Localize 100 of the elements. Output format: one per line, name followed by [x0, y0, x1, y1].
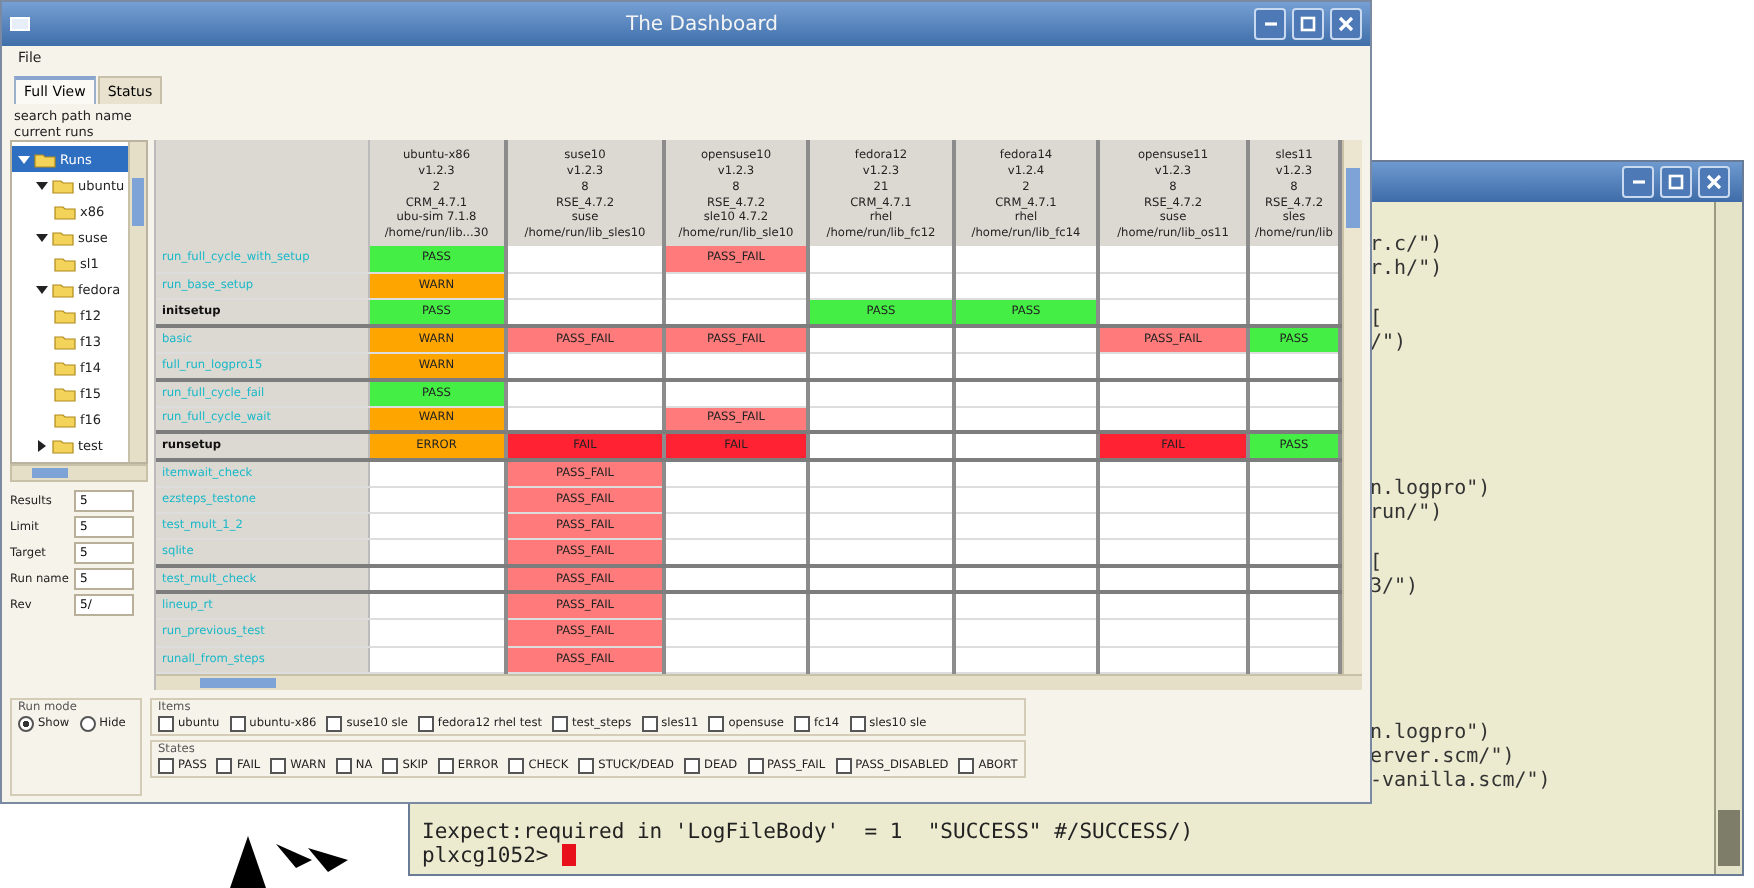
table-cell	[368, 592, 506, 620]
table-cell	[954, 592, 1098, 620]
scrollbar[interactable]	[1714, 202, 1742, 874]
window-icon	[10, 16, 30, 32]
table-cell	[1248, 272, 1340, 300]
table-cell	[954, 486, 1098, 513]
checkbox[interactable]	[747, 758, 764, 774]
checkbox[interactable]	[508, 758, 525, 774]
table-cell	[1248, 246, 1340, 273]
table-cell	[368, 486, 506, 513]
minimize-icon	[1631, 180, 1645, 184]
folder-icon	[34, 151, 56, 167]
prompt-text: plxcg1052>	[422, 843, 551, 868]
terminal-line: Iexpect:required in 'LogFileBody' = 1 "SUCCESS" #/SUCCESS/)	[422, 819, 1194, 844]
checkbox[interactable]	[270, 758, 287, 774]
maximize-icon	[1668, 174, 1684, 190]
expander-icon[interactable]	[36, 283, 48, 295]
table-cell	[368, 566, 506, 593]
terminal-line: r.c/")	[1370, 234, 1443, 257]
table-cell	[954, 352, 1098, 380]
table-cell	[1248, 539, 1340, 567]
checkbox[interactable]	[158, 716, 174, 732]
checkbox[interactable]	[216, 758, 233, 774]
scrollbar[interactable]	[128, 142, 146, 462]
table-cell	[1248, 566, 1340, 593]
table-cell	[664, 619, 808, 647]
table-cell	[1248, 646, 1340, 673]
table-cell	[368, 512, 506, 540]
checkbox[interactable]	[229, 716, 246, 732]
folder-icon	[54, 385, 76, 401]
table-cell	[954, 246, 1098, 273]
folder-icon	[54, 203, 76, 219]
table-cell	[1248, 352, 1340, 380]
table-cell	[954, 539, 1098, 567]
minimize-button[interactable]	[1622, 166, 1654, 198]
checkbox[interactable]	[708, 716, 725, 732]
table-cell	[368, 539, 506, 567]
minimize-icon	[1263, 22, 1277, 26]
folder-icon	[52, 437, 74, 453]
folder-icon	[52, 177, 74, 193]
folder-icon	[52, 281, 74, 297]
table-cell	[1248, 512, 1340, 540]
maximize-button[interactable]	[1292, 8, 1324, 40]
scrollbar[interactable]	[1342, 140, 1362, 674]
checkbox[interactable]	[437, 758, 454, 774]
checkbox[interactable]	[835, 758, 852, 774]
terminal-line: run/")	[1370, 502, 1443, 525]
expander-icon[interactable]	[36, 231, 48, 243]
radio-button[interactable]	[18, 716, 34, 732]
expander-icon[interactable]	[36, 439, 48, 451]
maximize-button[interactable]	[1660, 166, 1692, 198]
table-cell	[954, 512, 1098, 540]
checkbox[interactable]	[578, 758, 595, 774]
table-cell	[664, 272, 808, 300]
terminal-line: -vanilla.scm/")	[1370, 770, 1551, 793]
cursor-arrows-drawing	[224, 836, 348, 888]
table-cell	[664, 646, 808, 673]
table-cell	[1248, 299, 1340, 327]
scrollbar[interactable]	[10, 464, 148, 482]
window-title: The Dashboard	[623, 13, 781, 35]
table-cell	[664, 592, 808, 620]
radio-button[interactable]	[79, 716, 96, 732]
checkbox[interactable]	[552, 716, 569, 732]
checkbox[interactable]	[641, 716, 658, 732]
checkbox[interactable]	[849, 716, 866, 732]
table-cell	[954, 646, 1098, 673]
checkbox[interactable]	[793, 716, 810, 732]
folder-icon	[54, 411, 76, 427]
terminal-line: /")	[1370, 331, 1407, 354]
terminal-line: r.h/")	[1370, 258, 1443, 281]
terminal-line: 3/")	[1370, 575, 1419, 598]
table-cell	[1248, 592, 1340, 620]
checkbox[interactable]	[326, 716, 343, 732]
table-cell	[664, 299, 808, 327]
checkbox[interactable]	[382, 758, 399, 774]
table-cell	[664, 566, 808, 593]
checkbox[interactable]	[417, 716, 434, 732]
table-cell	[954, 619, 1098, 647]
close-button[interactable]	[1698, 166, 1730, 198]
table-cell	[954, 272, 1098, 300]
terminal-line: [	[1370, 551, 1383, 574]
folder-icon	[54, 333, 76, 349]
table-cell	[954, 326, 1098, 353]
expander-icon[interactable]	[36, 179, 48, 191]
close-icon	[1338, 16, 1354, 32]
checkbox[interactable]	[683, 758, 700, 774]
close-button[interactable]	[1330, 8, 1362, 40]
table-cell	[954, 432, 1098, 460]
terminal-line: erver.scm/")	[1370, 746, 1515, 769]
table-cell	[368, 646, 506, 673]
maximize-icon	[1300, 16, 1316, 32]
scrollbar[interactable]	[156, 674, 1362, 690]
checkbox[interactable]	[158, 758, 174, 774]
checkbox[interactable]	[958, 758, 975, 774]
terminal-line: [	[1370, 307, 1383, 330]
table-cell	[664, 352, 808, 380]
checkbox[interactable]	[335, 758, 352, 774]
table-cell	[664, 486, 808, 513]
table-cell	[954, 406, 1098, 433]
minimize-button[interactable]	[1254, 8, 1286, 40]
